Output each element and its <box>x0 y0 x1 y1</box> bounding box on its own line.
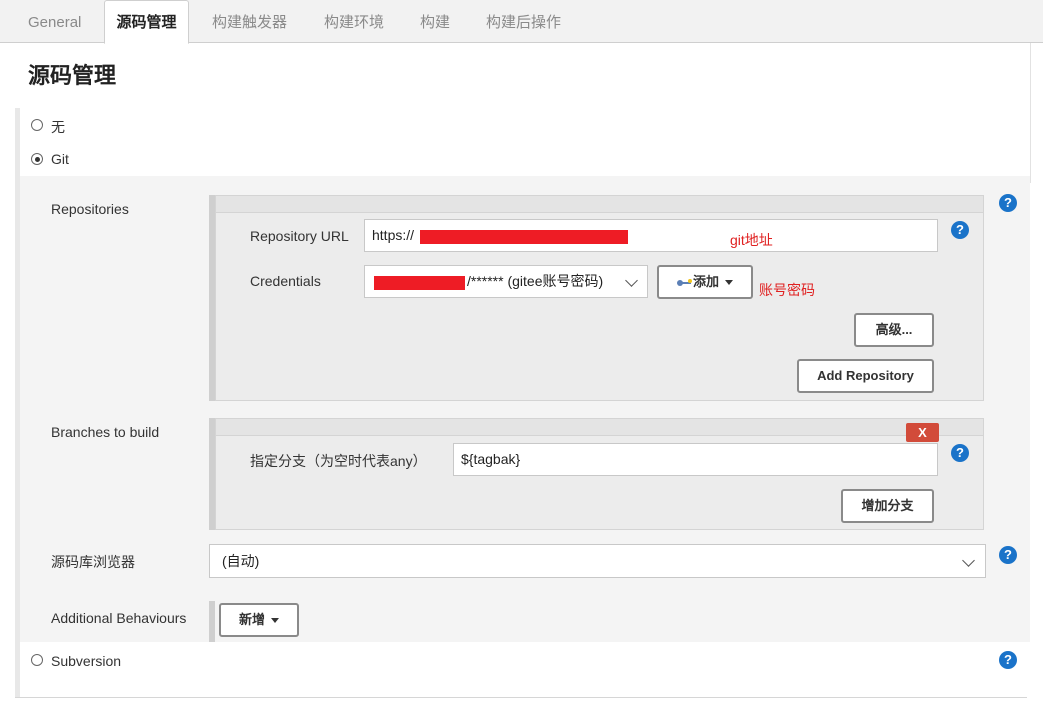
add-branch-button[interactable]: 增加分支 <box>841 489 934 523</box>
annotation-account-password: 账号密码 <box>759 282 815 298</box>
tab-build[interactable]: 构建 <box>420 0 450 43</box>
caret-down-icon <box>725 280 733 286</box>
branches-panel-header <box>216 419 983 436</box>
add-credentials-label: 添加 <box>692 274 719 289</box>
key-icon <box>676 278 693 287</box>
radio-none-label: 无 <box>51 119 65 135</box>
tab-scm[interactable]: 源码管理 <box>104 0 189 44</box>
repository-url-label: Repository URL <box>250 228 349 244</box>
repo-browser-value: (自动) <box>222 553 260 569</box>
branch-specifier-input[interactable]: ${tagbak} <box>453 443 938 476</box>
tab-build-triggers[interactable]: 构建触发器 <box>212 0 287 43</box>
repo-browser-help-icon[interactable]: ? <box>999 546 1017 564</box>
repositories-help-icon[interactable]: ? <box>999 194 1017 212</box>
radio-none[interactable] <box>31 119 43 131</box>
tab-build-environment[interactable]: 构建环境 <box>324 0 384 43</box>
behaviours-panel-bar <box>209 601 215 642</box>
section-bottom-divider <box>15 697 1027 698</box>
tab-post-build[interactable]: 构建后操作 <box>486 0 561 43</box>
redaction-bar <box>420 230 628 244</box>
caret-down-icon <box>271 618 279 624</box>
add-behaviour-label: 新增 <box>238 612 265 627</box>
redaction-bar <box>374 276 465 290</box>
repository-url-help-icon[interactable]: ? <box>951 221 969 239</box>
page-title: 源码管理 <box>28 63 117 88</box>
credentials-value: /****** (gitee账号密码) <box>467 273 604 289</box>
subversion-help-icon[interactable]: ? <box>999 651 1017 669</box>
radio-subversion[interactable] <box>31 654 43 666</box>
branch-specifier-value: ${tagbak} <box>461 451 521 467</box>
add-repository-button[interactable]: Add Repository <box>797 359 934 393</box>
branches-label: Branches to build <box>51 424 160 440</box>
radio-git[interactable] <box>31 153 43 165</box>
annotation-git-address: git地址 <box>730 232 773 248</box>
repo-browser-select[interactable]: (自动) <box>209 544 986 578</box>
repositories-label: Repositories <box>51 201 129 217</box>
radio-git-label: Git <box>51 151 69 167</box>
branch-specifier-label: 指定分支（为空时代表any） <box>250 453 427 469</box>
credentials-label: Credentials <box>250 273 321 289</box>
advanced-button[interactable]: 高级... <box>854 313 934 347</box>
repositories-panel-header <box>216 196 983 213</box>
radio-subversion-label: Subversion <box>51 653 122 669</box>
additional-behaviours-label: Additional Behaviours <box>51 610 187 626</box>
tab-general[interactable]: General <box>28 0 81 43</box>
branch-specifier-help-icon[interactable]: ? <box>951 444 969 462</box>
add-behaviour-button[interactable]: 新增 <box>219 603 299 637</box>
add-credentials-button[interactable]: 添加 <box>657 265 753 299</box>
section-divider <box>1030 43 1031 183</box>
delete-branch-button[interactable]: X <box>906 423 939 442</box>
repository-url-value: https:// <box>372 227 415 243</box>
repo-browser-label: 源码库浏览器 <box>51 554 135 570</box>
